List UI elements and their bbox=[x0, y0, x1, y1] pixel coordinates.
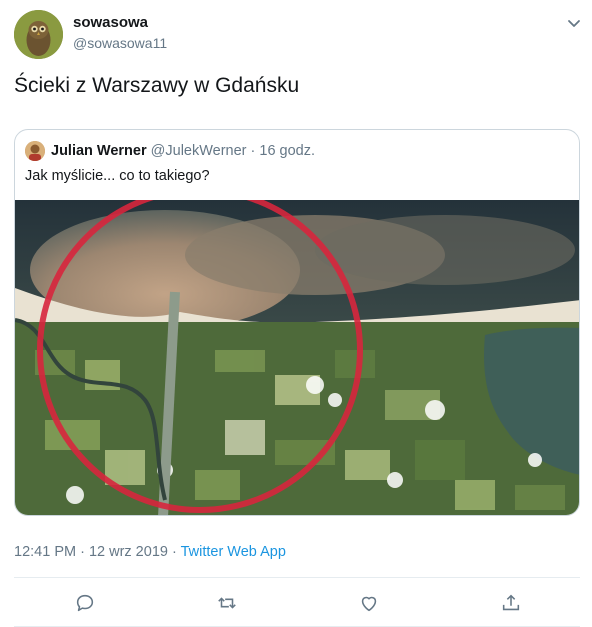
quoted-author-meta: @JulekWerner · 16 godz. bbox=[150, 143, 316, 159]
satellite-image[interactable] bbox=[15, 200, 580, 516]
quoted-author-avatar bbox=[25, 141, 45, 161]
quoted-author-name: Julian Werner bbox=[51, 143, 147, 159]
timestamp-text[interactable]: 12:41 PM · 12 wrz 2019 · bbox=[14, 544, 181, 560]
source-link[interactable]: Twitter Web App bbox=[181, 544, 286, 560]
reply-icon[interactable] bbox=[70, 588, 100, 618]
divider bbox=[14, 577, 580, 578]
share-icon[interactable] bbox=[496, 588, 526, 618]
retweet-icon[interactable] bbox=[212, 588, 242, 618]
quoted-tweet-card[interactable]: Julian Werner @JulekWerner · 16 godz. Ja… bbox=[14, 129, 580, 516]
tweet-timestamp: 12:41 PM · 12 wrz 2019 · Twitter Web App bbox=[14, 544, 286, 560]
quoted-tweet-header: Julian Werner @JulekWerner · 16 godz. bbox=[51, 143, 315, 159]
like-icon[interactable] bbox=[354, 588, 384, 618]
author-name[interactable]: sowasowa bbox=[73, 14, 148, 31]
quoted-tweet-text: Jak myślicie... co to takiego? bbox=[25, 168, 210, 184]
action-bar bbox=[0, 588, 592, 618]
author-avatar[interactable] bbox=[14, 10, 63, 59]
chevron-down-icon[interactable] bbox=[564, 14, 584, 34]
author-handle[interactable]: @sowasowa11 bbox=[73, 35, 167, 51]
tweet-text: Ścieki z Warszawy w Gdańsku bbox=[14, 74, 300, 97]
